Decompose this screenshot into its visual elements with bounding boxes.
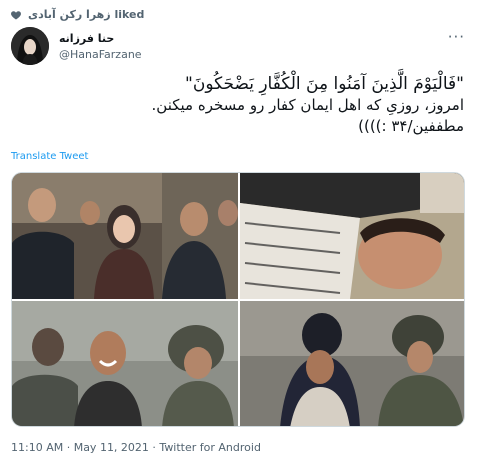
author-display-name[interactable]: حنا فرزانه (59, 32, 142, 45)
author-handle[interactable]: @HanaFarzane (59, 48, 142, 61)
tweet-text: "فَالْيَوْمَ الَّذِينَ آمَنُوا مِنَ الْك… (10, 73, 464, 137)
tweet-line-reference: مطففین/۳۴ :)))) (358, 117, 464, 135)
tweet-author[interactable]: حنا فرزانه @HanaFarzane (11, 27, 142, 65)
media-photo-2[interactable] (240, 173, 464, 299)
tweet-timestamp[interactable]: 11:10 AM · May 11, 2021 · Twitter for An… (11, 441, 261, 453)
tweet-line-body: امروز، روزیِ که اهل ایمان کفار رو مسخره … (151, 96, 464, 114)
heart-icon (11, 10, 21, 19)
social-context-text: زهرا رکن آبادی liked (28, 8, 145, 21)
media-grid (11, 172, 465, 427)
more-options-icon[interactable]: ··· (448, 28, 465, 46)
media-photo-4[interactable] (240, 301, 464, 426)
tweet-line-quote: "فَالْيَوْمَ الَّذِينَ آمَنُوا مِنَ الْك… (185, 74, 464, 94)
media-photo-1[interactable] (12, 173, 238, 299)
translate-tweet-link[interactable]: Translate Tweet (11, 151, 88, 162)
avatar[interactable] (11, 27, 49, 65)
social-context[interactable]: زهرا رکن آبادی liked (10, 8, 144, 21)
media-photo-3[interactable] (12, 301, 238, 426)
